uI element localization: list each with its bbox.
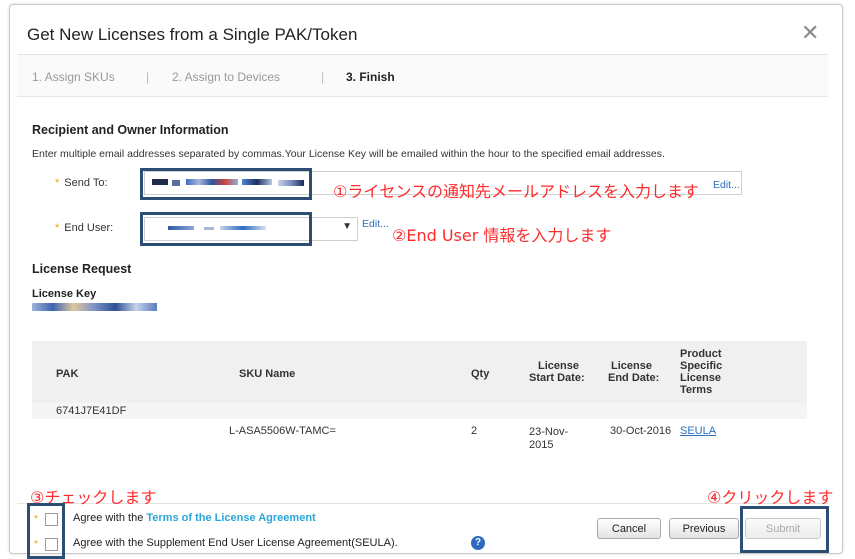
step-finish: 3. Finish bbox=[346, 70, 395, 84]
step-separator: | bbox=[146, 70, 150, 84]
annotation-step2: ②End User 情報を入力します bbox=[392, 226, 612, 245]
end-date-value: 30-Oct-2016 bbox=[610, 425, 672, 437]
edit-send-to-link[interactable]: Edit... bbox=[713, 179, 740, 191]
pak-value: 6741J7E41DF bbox=[56, 405, 127, 417]
col-sku-name: SKU Name bbox=[239, 368, 296, 380]
chevron-down-icon: ▼ bbox=[342, 221, 352, 232]
seula-link[interactable]: SEULA bbox=[680, 425, 716, 438]
license-request-heading: License Request bbox=[32, 262, 132, 276]
send-to-label: * Send To: bbox=[55, 177, 108, 189]
annotation-step1: ①ライセンスの通知先メールアドレスを入力します bbox=[333, 182, 700, 201]
step-assign-skus: 1. Assign SKUs bbox=[32, 70, 115, 84]
col-license-terms: Product Specific License Terms bbox=[680, 348, 723, 396]
highlight-submit bbox=[740, 506, 829, 553]
highlight-end-user bbox=[140, 212, 312, 246]
table-header: PAK SKU Name Qty License Start Date: Lice… bbox=[32, 341, 807, 403]
required-star: * bbox=[55, 222, 60, 234]
qty-value: 2 bbox=[471, 425, 478, 437]
license-key-label: License Key bbox=[32, 288, 97, 300]
sku-value: L-ASA5506W-TAMC= bbox=[229, 425, 336, 437]
required-star: * bbox=[55, 177, 60, 189]
agree-seula-label: Agree with the Supplement End User Licen… bbox=[73, 537, 398, 549]
cancel-button[interactable]: Cancel bbox=[597, 518, 661, 539]
step-assign-devices: 2. Assign to Devices bbox=[172, 70, 281, 84]
dialog-title: Get New Licenses from a Single PAK/Token bbox=[27, 25, 358, 44]
col-pak: PAK bbox=[56, 368, 79, 380]
terms-link[interactable]: Terms of the License Agreement bbox=[146, 512, 315, 524]
step-indicator: 1. Assign SKUs | 2. Assign to Devices | … bbox=[17, 55, 828, 97]
redacted-license-key bbox=[32, 303, 157, 311]
agree-terms-label: Agree with the Terms of the License Agre… bbox=[73, 512, 316, 524]
table-row: 6741J7E41DF bbox=[32, 403, 807, 419]
col-end-date: License End Date: bbox=[608, 360, 660, 384]
close-icon[interactable]: ✕ bbox=[801, 22, 819, 44]
step-separator: | bbox=[321, 70, 325, 84]
annotation-step4: ④クリックします bbox=[707, 488, 834, 507]
recipient-heading: Recipient and Owner Information bbox=[32, 123, 229, 137]
end-user-label: * End User: bbox=[55, 222, 114, 234]
highlight-send-to bbox=[140, 168, 312, 200]
recipient-helper-text: Enter multiple email addresses separated… bbox=[32, 148, 665, 160]
col-start-date: License Start Date: bbox=[529, 360, 585, 384]
col-qty: Qty bbox=[471, 368, 490, 380]
previous-button[interactable]: Previous bbox=[669, 518, 739, 539]
edit-end-user-link[interactable]: Edit... bbox=[362, 218, 389, 230]
highlight-checkboxes bbox=[27, 503, 65, 559]
start-date-value: 23-Nov- 2015 bbox=[529, 426, 569, 451]
help-icon[interactable]: ? bbox=[471, 536, 485, 550]
